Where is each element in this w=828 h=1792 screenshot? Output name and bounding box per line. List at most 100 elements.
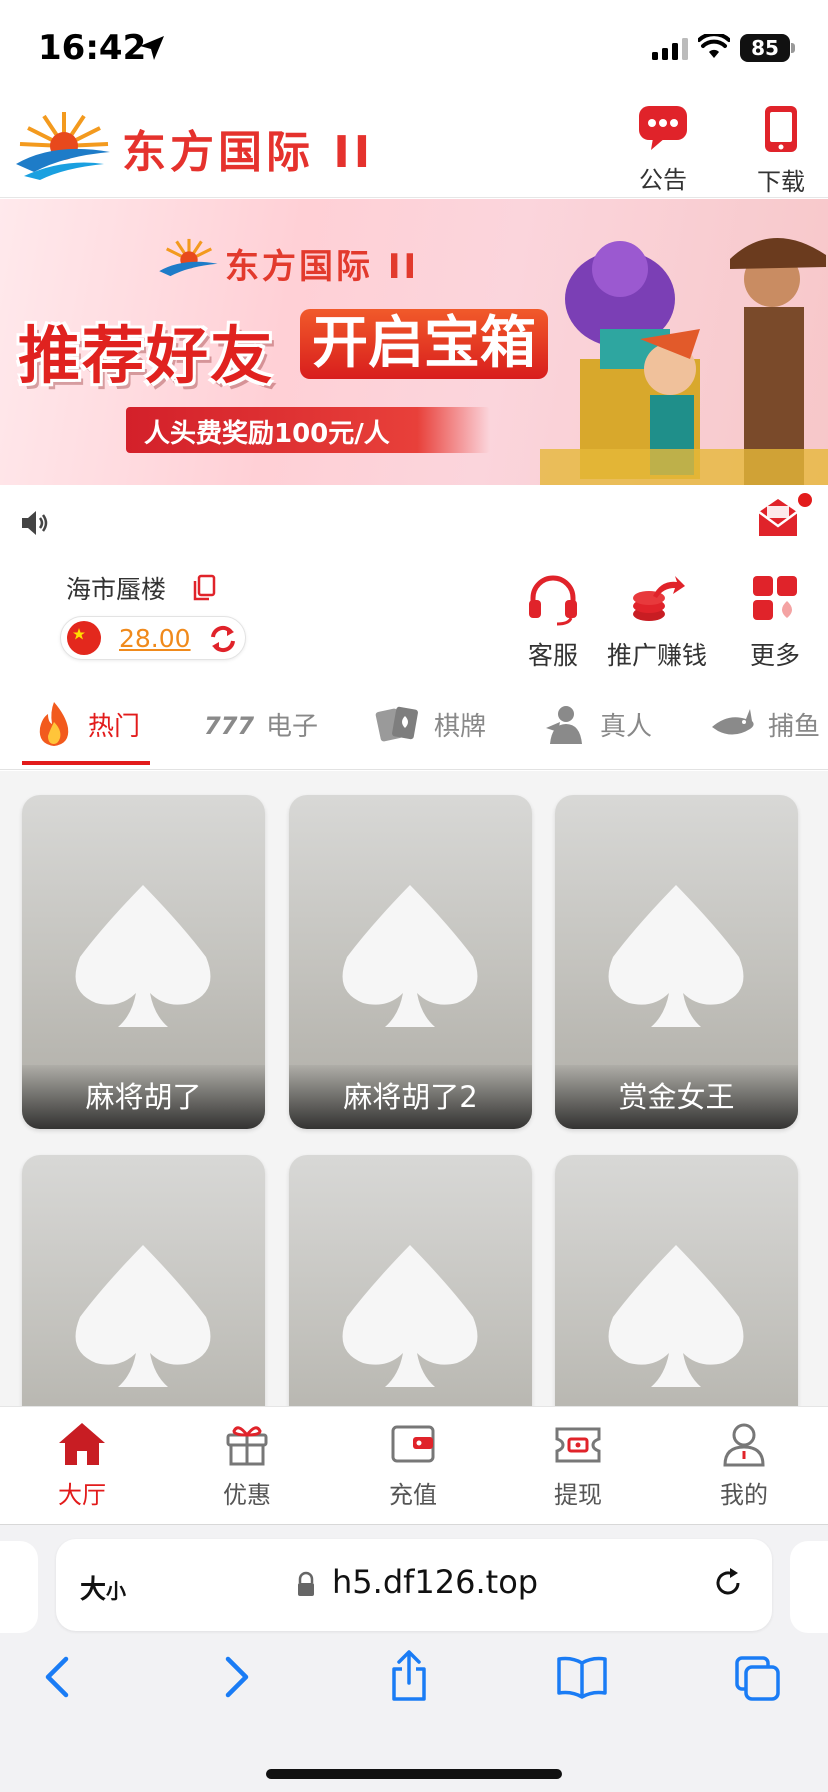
fire-icon <box>39 702 69 746</box>
browser-toolbar: 大小 h5.df126.top <box>0 1524 828 1792</box>
game-card[interactable]: 麻将胡了2 <box>289 795 532 1129</box>
location-arrow-icon <box>140 36 164 60</box>
more-label: 更多 <box>749 641 800 670</box>
phone-icon <box>765 106 797 152</box>
banner-slogan-refer: 推荐好友 <box>18 319 275 392</box>
tab-electronic[interactable]: 777 电子 <box>204 680 318 768</box>
nav-profile-label: 我的 <box>720 1481 768 1509</box>
nav-deposit-label: 充值 <box>389 1481 437 1509</box>
game-name: 麻将胡了2 <box>289 1065 532 1129</box>
headset-icon <box>529 575 577 626</box>
username: 海市蜃楼 <box>66 575 167 604</box>
bottom-nav: 大厅 优惠 充值 提现 我的 <box>0 1406 828 1524</box>
bookmarks-icon[interactable] <box>556 1655 608 1699</box>
promo-banner[interactable]: 东方国际 II 推荐好友 开启宝箱 人头费奖励100元/人 <box>0 199 828 485</box>
share-icon[interactable] <box>388 1649 430 1703</box>
spade-placeholder-icon <box>75 1245 211 1387</box>
spade-placeholder-icon <box>342 885 478 1027</box>
tab-live-label: 真人 <box>600 711 653 742</box>
announcement-button[interactable]: 公告 <box>618 104 708 195</box>
status-time: 16:42 <box>38 28 147 68</box>
game-grid: 麻将胡了 麻将胡了2 赏金女王 <box>0 771 828 1489</box>
category-tabs: 热门 777 电子 棋牌 真人 捕鱼 <box>0 680 828 770</box>
next-tab-peek[interactable] <box>790 1541 828 1633</box>
reload-icon[interactable] <box>710 1565 746 1601</box>
spade-placeholder-icon <box>608 885 744 1027</box>
text-size-large: 大 <box>80 1575 107 1605</box>
nav-withdraw[interactable]: 提现 <box>518 1421 638 1510</box>
cellular-signal-icon <box>652 38 688 60</box>
nav-profile[interactable]: 我的 <box>684 1421 804 1510</box>
tab-hot-label: 热门 <box>88 711 141 742</box>
nav-promotions-label: 优惠 <box>223 1481 271 1509</box>
mail-unread-badge <box>798 493 812 507</box>
shark-icon <box>712 709 754 735</box>
nav-promotions[interactable]: 优惠 <box>187 1421 307 1510</box>
url-text: h5.df126.top <box>332 1563 539 1601</box>
spade-placeholder-icon <box>342 1245 478 1387</box>
customer-service-label: 客服 <box>527 641 578 670</box>
banner-brand: 东方国际 II <box>225 247 420 287</box>
banner-reward-strip: 人头费奖励100元/人 <box>126 407 490 453</box>
status-bar: 16:42 85 <box>0 0 828 96</box>
app-header: 东方国际 II 公告 下载 <box>0 96 828 198</box>
banner-characters-illustration <box>540 237 828 485</box>
slot-777-icon: 777 <box>204 712 254 739</box>
chat-bubble-icon <box>639 106 687 150</box>
tab-cards-label: 棋牌 <box>434 711 487 742</box>
cny-flag-icon <box>67 621 101 655</box>
wifi-icon <box>698 34 730 58</box>
dealer-icon <box>546 706 582 744</box>
customer-service-button[interactable]: 客服 <box>508 574 598 672</box>
page: 16:42 85 东方国际 II 公告 下载 东方国际 II 推荐好友 开启宝箱… <box>0 0 828 1792</box>
spade-placeholder-icon <box>75 885 211 1027</box>
announcement-label: 公告 <box>639 166 687 194</box>
wallet-icon <box>391 1425 435 1463</box>
tab-fishing[interactable]: 捕鱼 <box>710 680 820 768</box>
spade-placeholder-icon <box>608 1245 744 1387</box>
nav-lobby[interactable]: 大厅 <box>22 1421 142 1510</box>
copy-icon[interactable] <box>192 574 216 602</box>
svg-text:777: 777 <box>204 712 254 739</box>
home-indicator <box>266 1769 562 1779</box>
sun-logo-icon <box>16 112 110 180</box>
lock-icon <box>298 1571 314 1596</box>
promote-earn-button[interactable]: 推广赚钱 <box>598 574 716 672</box>
game-card[interactable]: 麻将胡了 <box>22 795 265 1129</box>
mail-icon[interactable] <box>756 496 800 540</box>
nav-deposit[interactable]: 充值 <box>353 1421 473 1510</box>
tab-cards[interactable]: 棋牌 <box>374 680 486 768</box>
text-size-button[interactable]: 大小 <box>80 1569 126 1606</box>
speaker-icon[interactable] <box>20 508 50 538</box>
cards-icon <box>375 706 418 742</box>
tab-electronic-label: 电子 <box>266 711 319 742</box>
game-name: 麻将胡了 <box>22 1065 265 1129</box>
banner-sun-logo-icon <box>159 238 218 277</box>
gift-icon <box>226 1426 268 1466</box>
nav-lobby-label: 大厅 <box>58 1481 106 1509</box>
user-icon <box>723 1423 765 1467</box>
active-tab-indicator <box>22 761 150 765</box>
tab-fishing-label: 捕鱼 <box>768 711 821 742</box>
forward-icon[interactable] <box>222 1655 252 1699</box>
more-button[interactable]: 更多 <box>734 574 816 672</box>
banner-reward-text: 人头费奖励100元/人 <box>144 419 390 449</box>
tab-hot[interactable]: 热门 <box>32 680 140 768</box>
balance-amount[interactable]: 28.00 <box>119 624 191 653</box>
download-label: 下载 <box>757 168 805 196</box>
nav-withdraw-label: 提现 <box>554 1481 602 1509</box>
brand-title: 东方国际 II <box>122 127 375 178</box>
back-icon[interactable] <box>42 1655 72 1699</box>
promote-earn-label: 推广赚钱 <box>606 641 707 670</box>
tabs-icon[interactable] <box>734 1655 782 1701</box>
game-card[interactable]: 赏金女王 <box>555 795 798 1129</box>
text-size-small: 小 <box>106 1579 127 1603</box>
refresh-balance-icon[interactable] <box>207 623 239 655</box>
banner-slogan-chest: 开启宝箱 <box>300 309 548 379</box>
previous-tab-peek[interactable] <box>0 1541 38 1633</box>
more-grid-icon <box>753 576 797 620</box>
game-name: 赏金女王 <box>555 1065 798 1129</box>
address-bar[interactable]: 大小 h5.df126.top <box>56 1539 772 1631</box>
tab-live[interactable]: 真人 <box>542 680 652 768</box>
download-button[interactable]: 下载 <box>736 104 826 197</box>
